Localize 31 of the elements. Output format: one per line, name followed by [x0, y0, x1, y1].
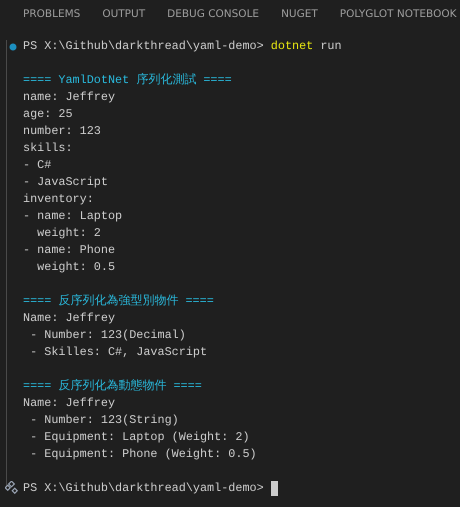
- panel-tab[interactable]: POLYGLOT NOTEBOOK: [328, 4, 460, 24]
- output-line: name: Jeffrey: [23, 89, 116, 106]
- output-line: Name: Jeffrey: [23, 310, 116, 327]
- output-line: - C#: [23, 157, 52, 174]
- panel-tab[interactable]: PROBLEMS: [12, 4, 92, 24]
- panel-tab[interactable]: DEBUG CONSOLE: [156, 4, 270, 24]
- output-heading: ==== YamlDotNet 序列化測試 ====: [23, 72, 233, 89]
- prompt-text: PS X:\Github\darkthread\yaml-demo>: [23, 480, 264, 497]
- panel-tab[interactable]: NUGET: [270, 4, 329, 24]
- output-line: age: 25: [23, 106, 74, 123]
- command-line: PS X:\Github\darkthread\yaml-demo> dotnet run: [23, 38, 342, 55]
- command-success-icon: [9, 42, 17, 50]
- output-line: - JavaScript: [23, 174, 109, 191]
- output-line: skills:: [23, 140, 74, 157]
- output-heading: ==== 反序列化為強型別物件 ====: [23, 293, 215, 310]
- output-line: - Equipment: Laptop (Weight: 2): [29, 429, 251, 446]
- output-heading: ==== 反序列化為動態物件 ====: [23, 378, 203, 395]
- output-line: - name: Phone: [23, 242, 116, 259]
- command-decoration-icon: [5, 481, 19, 495]
- output-line: Name: Jeffrey: [23, 395, 116, 412]
- output-line: - Skilles: C#, JavaScript: [29, 344, 208, 361]
- output-line: - Number: 123(Decimal): [29, 327, 187, 344]
- output-line: number: 123: [23, 123, 102, 140]
- output-line: - name: Laptop: [23, 208, 124, 225]
- output-line: weight: 0.5: [36, 259, 116, 276]
- output-line: inventory:: [23, 191, 95, 208]
- text-cursor: [270, 481, 278, 496]
- output-line: weight: 2: [36, 225, 102, 242]
- output-line: - Equipment: Phone (Weight: 0.5): [29, 446, 258, 463]
- output-line: - Number: 123(String): [29, 412, 180, 429]
- panel-tab[interactable]: OUTPUT: [91, 4, 156, 24]
